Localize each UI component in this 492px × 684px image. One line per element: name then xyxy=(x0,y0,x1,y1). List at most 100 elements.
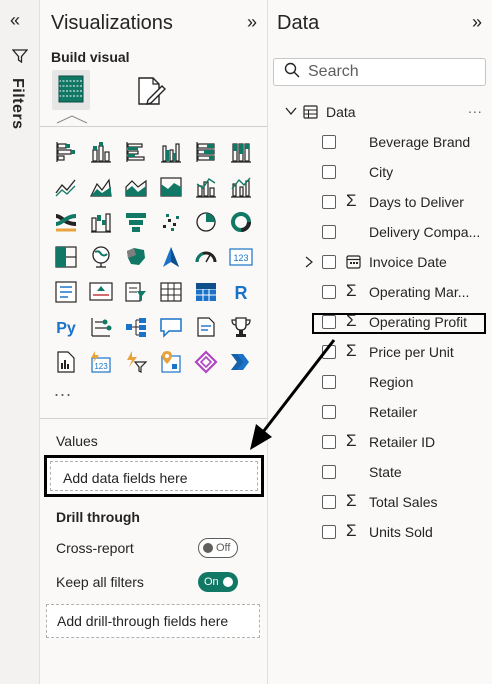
r-script-visual-icon[interactable]: R xyxy=(227,278,255,306)
field-checkbox[interactable] xyxy=(322,345,336,359)
build-visual-tab[interactable] xyxy=(52,70,90,110)
field-checkbox[interactable] xyxy=(322,165,336,179)
field-checkbox[interactable] xyxy=(322,375,336,389)
cross-report-toggle[interactable]: Off xyxy=(198,538,238,558)
field-checkbox[interactable] xyxy=(322,285,336,299)
build-visual-icon xyxy=(58,75,84,103)
100-stacked-area-chart-icon[interactable] xyxy=(157,173,185,201)
power-apps-card-icon[interactable]: 123 xyxy=(87,348,115,376)
power-apps-icon[interactable] xyxy=(192,348,220,376)
drill-through-label: Drill through xyxy=(56,509,140,525)
field-row[interactable]: Beverage Brand xyxy=(268,130,492,156)
smart-narrative-icon[interactable] xyxy=(192,313,220,341)
line-chart-icon[interactable] xyxy=(52,173,80,201)
field-row[interactable]: Retailer xyxy=(268,400,492,426)
clustered-bar-chart-icon[interactable] xyxy=(122,138,150,166)
area-chart-icon[interactable] xyxy=(87,173,115,201)
100-stacked-bar-chart-icon[interactable] xyxy=(192,138,220,166)
card-icon[interactable]: 123 xyxy=(227,243,255,271)
double-chevron-left-icon[interactable]: « xyxy=(10,10,20,31)
field-checkbox[interactable] xyxy=(322,195,336,209)
map-globe-icon[interactable] xyxy=(87,243,115,271)
field-checkbox[interactable] xyxy=(322,225,336,239)
keep-all-filters-toggle[interactable]: On xyxy=(198,572,238,592)
field-row[interactable]: Invoice Date xyxy=(268,250,492,276)
stacked-column-chart-icon[interactable] xyxy=(87,138,115,166)
values-drop-zone[interactable]: Add data fields here xyxy=(50,461,258,491)
field-row[interactable]: Σ Days to Deliver xyxy=(268,190,492,216)
field-row[interactable]: Σ Units Sold xyxy=(268,520,492,546)
field-checkbox[interactable] xyxy=(322,525,336,539)
field-checkbox[interactable] xyxy=(322,435,336,449)
stacked-area-chart-icon[interactable] xyxy=(122,173,150,201)
field-row[interactable]: Region xyxy=(268,370,492,396)
treemap-icon[interactable] xyxy=(52,243,80,271)
field-name: Operating Mar... xyxy=(369,284,470,300)
qa-visual-icon[interactable] xyxy=(157,313,185,341)
line-and-clustered-column-chart-icon[interactable] xyxy=(227,173,255,201)
filled-map-icon[interactable] xyxy=(122,243,150,271)
table-icon[interactable] xyxy=(157,278,185,306)
matrix-icon[interactable] xyxy=(192,278,220,306)
field-checkbox[interactable] xyxy=(322,405,336,419)
svg-text:123: 123 xyxy=(94,362,108,371)
build-visual-label: Build visual xyxy=(51,49,130,65)
python-visual-icon[interactable]: Py xyxy=(52,313,80,341)
power-automate-icon[interactable] xyxy=(227,348,255,376)
funnel-chart-icon[interactable] xyxy=(122,208,150,236)
multi-row-card-icon[interactable] xyxy=(52,278,80,306)
azure-maps-pin-icon[interactable] xyxy=(157,348,185,376)
filters-label[interactable]: Filters xyxy=(8,78,26,130)
search-box[interactable] xyxy=(273,58,486,86)
kpi-icon[interactable] xyxy=(87,278,115,306)
divider xyxy=(40,126,267,127)
field-row[interactable]: City xyxy=(268,160,492,186)
field-checkbox[interactable] xyxy=(322,255,336,269)
field-name: Units Sold xyxy=(369,524,433,540)
double-chevron-right-icon[interactable]: » xyxy=(472,12,482,33)
field-row[interactable]: Σ Total Sales xyxy=(268,490,492,516)
decomposition-tree-icon[interactable] xyxy=(122,313,150,341)
key-influencers-icon[interactable] xyxy=(87,313,115,341)
gauge-icon[interactable] xyxy=(192,243,220,271)
field-checkbox[interactable] xyxy=(322,465,336,479)
field-name: Retailer xyxy=(369,404,418,420)
sigma-icon: Σ xyxy=(346,491,357,510)
azure-map-icon[interactable] xyxy=(157,243,185,271)
search-input[interactable] xyxy=(308,63,468,81)
format-visual-tab[interactable] xyxy=(134,74,168,113)
waterfall-chart-icon[interactable] xyxy=(87,208,115,236)
line-and-stacked-column-chart-icon[interactable] xyxy=(192,173,220,201)
field-checkbox[interactable] xyxy=(322,495,336,509)
clustered-column-chart-icon[interactable] xyxy=(157,138,185,166)
goals-trophy-icon[interactable] xyxy=(227,313,255,341)
double-chevron-right-icon[interactable]: » xyxy=(247,12,257,33)
table-node-data[interactable]: Data ... xyxy=(268,100,492,124)
field-row[interactable]: Σ Operating Mar... xyxy=(268,280,492,306)
chevron-right-icon[interactable] xyxy=(304,255,314,274)
donut-chart-icon[interactable] xyxy=(227,208,255,236)
power-automate-slicer-icon[interactable] xyxy=(122,348,150,376)
drill-through-drop-zone[interactable]: Add drill-through fields here xyxy=(46,604,260,638)
more-visuals-button[interactable]: ... xyxy=(54,380,72,401)
field-row[interactable]: State xyxy=(268,460,492,486)
scatter-chart-icon[interactable] xyxy=(157,208,185,236)
paginated-report-icon[interactable] xyxy=(52,348,80,376)
pie-chart-icon[interactable] xyxy=(192,208,220,236)
slicer-icon[interactable] xyxy=(122,278,150,306)
field-row[interactable]: Σ Price per Unit xyxy=(268,340,492,366)
field-checkbox[interactable] xyxy=(322,135,336,149)
stacked-bar-chart-icon[interactable] xyxy=(52,138,80,166)
chevron-down-icon[interactable] xyxy=(284,104,298,123)
field-row[interactable]: Delivery Compa... xyxy=(268,220,492,246)
table-icon xyxy=(303,105,318,124)
values-well-highlight: Add data fields here xyxy=(44,455,264,497)
filters-pane-collapsed[interactable]: « Filters xyxy=(0,0,40,684)
field-row[interactable]: Σ Retailer ID xyxy=(268,430,492,456)
visualizations-pane: Visualizations » Build visual 123 R Py 1… xyxy=(40,0,268,684)
100-stacked-column-chart-icon[interactable] xyxy=(227,138,255,166)
ribbon-chart-icon[interactable] xyxy=(52,208,80,236)
more-options-button[interactable]: ... xyxy=(468,100,483,116)
field-highlight-box xyxy=(312,313,486,334)
data-pane: Data » Data ... Beverage Brand City Σ Days … xyxy=(268,0,492,684)
